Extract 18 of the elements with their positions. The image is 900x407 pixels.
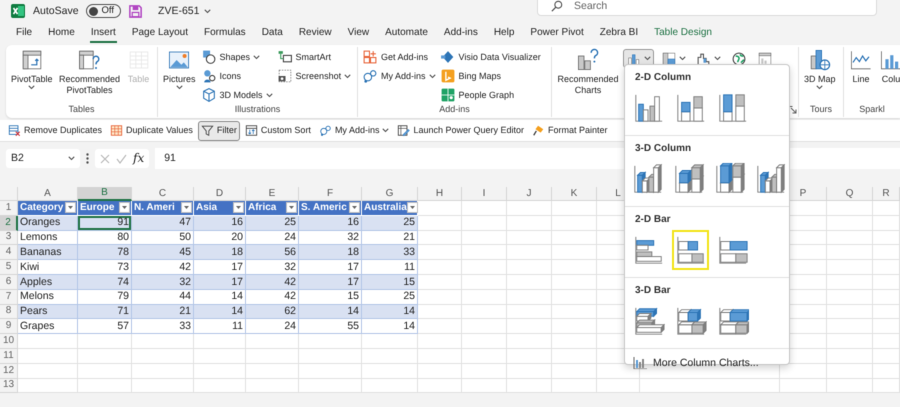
column-title: Africa — [248, 202, 276, 214]
group-label: Add-ins — [439, 104, 470, 116]
column-title: Europe — [80, 202, 114, 214]
autosave-label: AutoSave — [33, 4, 79, 18]
section-heading: 3-D Bar — [634, 285, 672, 298]
column-title: Asia — [196, 202, 218, 214]
group-label: Tours — [810, 104, 832, 116]
group-label: Tables — [68, 104, 94, 116]
group-label: Illustrations — [234, 104, 280, 116]
column-title: S. Americ — [301, 202, 347, 214]
cell-reference: B2 — [11, 152, 24, 165]
column-title: Australia — [364, 202, 407, 214]
section-heading: 2-D Bar — [634, 214, 672, 227]
formula-text: 91 — [164, 152, 176, 165]
section-heading: 2-D Column — [634, 72, 692, 85]
column-title: N. Ameri — [134, 202, 175, 214]
group-label: Sparkl — [859, 104, 885, 116]
column-title: Category — [20, 202, 64, 214]
